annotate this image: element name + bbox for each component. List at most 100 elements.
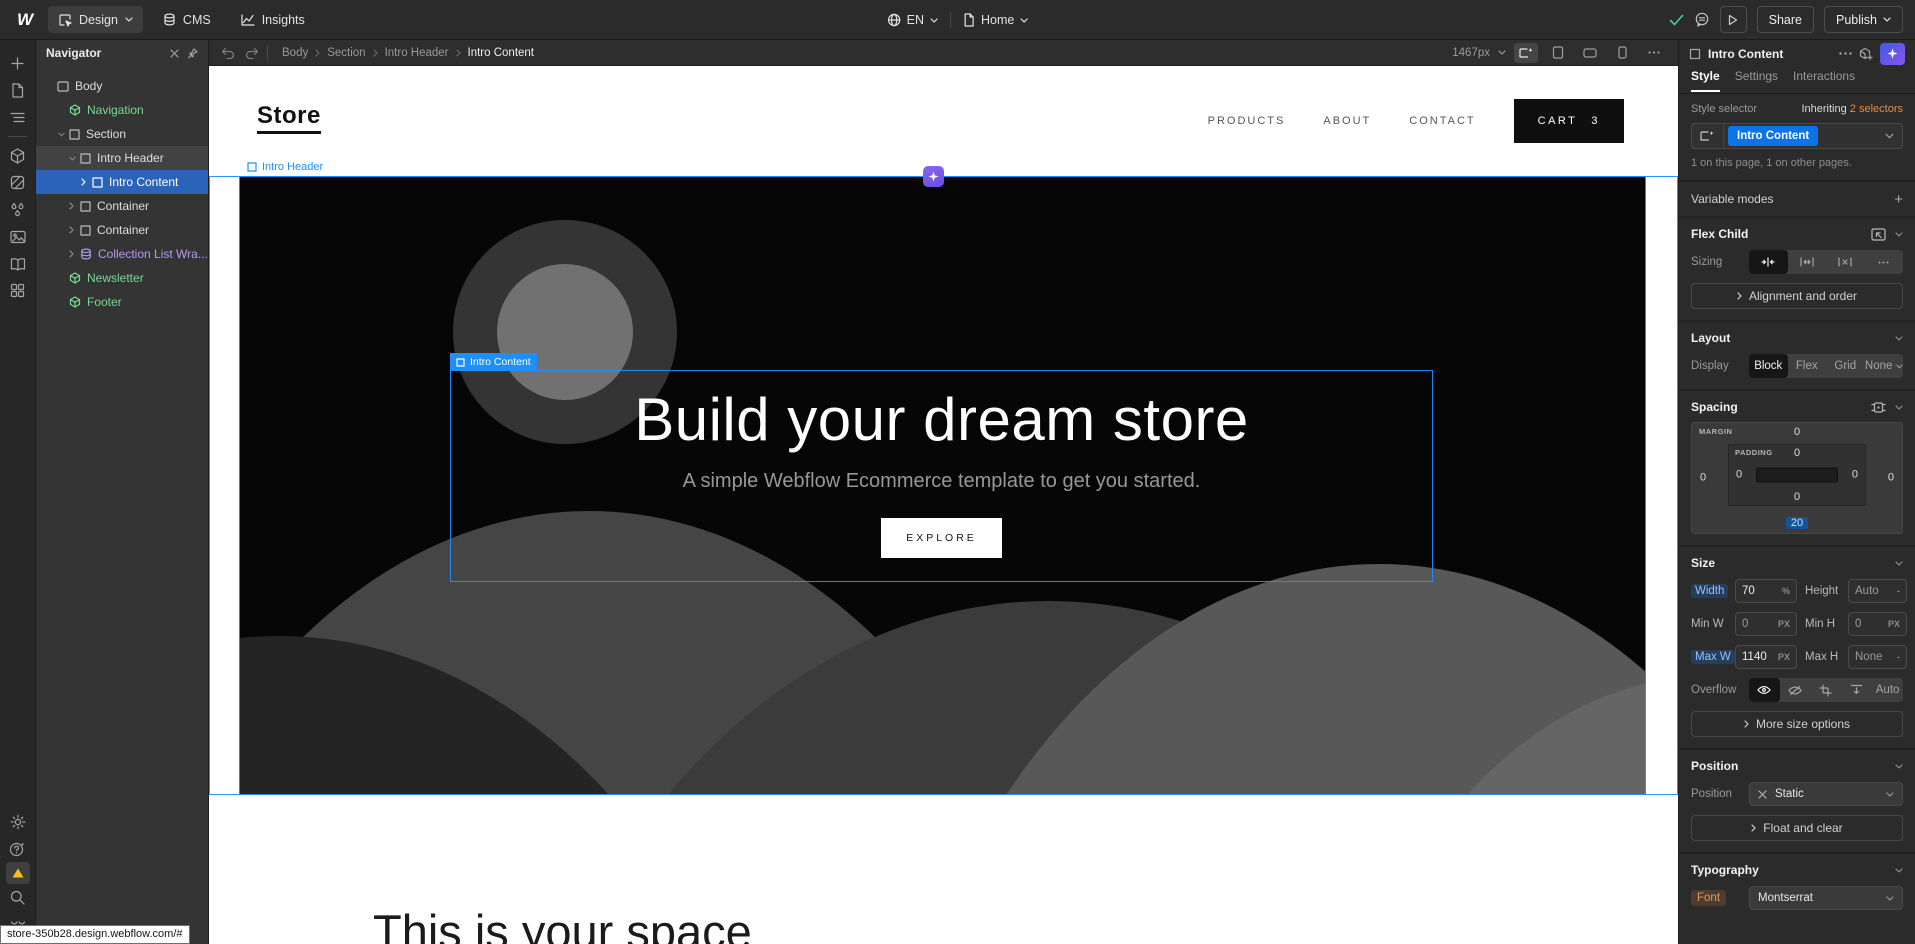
position-dropdown[interactable]: Static [1749, 782, 1903, 806]
overflow-clip-icon[interactable] [1841, 678, 1872, 702]
cms-button[interactable]: CMS [153, 6, 221, 33]
settings-gear-icon[interactable] [0, 808, 35, 835]
sizing-more-icon[interactable] [1865, 250, 1904, 274]
max-width-input[interactable]: 1140PX [1735, 645, 1797, 669]
margin-top-value[interactable]: 0 [1794, 426, 1800, 438]
more-size-options-button[interactable]: More size options [1691, 711, 1903, 737]
tab-interactions[interactable]: Interactions [1793, 69, 1855, 90]
breadcrumb-body[interactable]: Body [282, 47, 308, 59]
breakpoint-desktop-icon[interactable] [1514, 43, 1538, 63]
navigator-item-footer[interactable]: Footer [36, 290, 208, 314]
ai-assistant-button[interactable] [1880, 43, 1905, 65]
tab-settings[interactable]: Settings [1735, 69, 1778, 90]
margin-left-value[interactable]: 0 [1700, 471, 1706, 483]
style-swatch-icon[interactable] [0, 169, 35, 196]
breadcrumb-section[interactable]: Section [327, 47, 365, 59]
assets-image-icon[interactable] [0, 223, 35, 250]
chevron-down-icon[interactable] [1895, 232, 1903, 237]
insights-button[interactable]: Insights [231, 6, 315, 33]
upgrade-warning-icon[interactable] [6, 862, 30, 884]
chevron-right-icon[interactable] [69, 202, 80, 210]
breadcrumb-intro-content[interactable]: Intro Content [468, 47, 534, 59]
padding-top-value[interactable]: 0 [1794, 447, 1800, 459]
chevron-down-icon[interactable] [1895, 561, 1903, 566]
element-drag-handle[interactable] [923, 166, 944, 187]
nav-link-contact[interactable]: CONTACT [1409, 115, 1475, 127]
hero-section[interactable]: Intro Content Build your dream store A s… [239, 176, 1646, 795]
margin-right-value[interactable]: 0 [1888, 471, 1894, 483]
sizing-grow-icon[interactable] [1788, 250, 1827, 274]
navigator-item-body[interactable]: Body [36, 74, 208, 98]
class-pill[interactable]: Intro Content [1728, 126, 1818, 146]
explore-button[interactable]: EXPLORE [881, 518, 1002, 558]
intro-content-selection-label[interactable]: Intro Content [450, 353, 537, 371]
create-component-icon[interactable] [1859, 47, 1873, 61]
chevron-down-icon[interactable] [58, 132, 69, 137]
design-mode-button[interactable]: Design [48, 6, 143, 33]
chevron-down-icon[interactable] [1895, 405, 1903, 410]
share-button[interactable]: Share [1757, 6, 1814, 33]
comments-icon[interactable] [1694, 12, 1710, 27]
breadcrumb-intro-header[interactable]: Intro Header [385, 47, 449, 59]
chevron-down-icon[interactable] [1895, 336, 1903, 341]
navigator-item-container[interactable]: Container [36, 194, 208, 218]
store-logo[interactable]: Store [257, 102, 321, 134]
intro-content-element[interactable]: Intro Content Build your dream store A s… [450, 370, 1433, 582]
display-none-option[interactable]: None [1865, 354, 1904, 378]
style-selector-input[interactable]: Intro Content [1691, 123, 1903, 149]
display-grid-option[interactable]: Grid [1826, 354, 1865, 378]
margin-bottom-value[interactable]: 20 [1786, 517, 1808, 529]
libraries-book-icon[interactable] [0, 250, 35, 277]
page-switcher[interactable]: Home [963, 13, 1028, 27]
preview-button[interactable] [1720, 6, 1747, 33]
navigator-item-navigation[interactable]: Navigation [36, 98, 208, 122]
breakpoint-phone-landscape-icon[interactable] [1578, 43, 1602, 63]
chevron-right-icon[interactable] [69, 250, 80, 258]
display-flex-option[interactable]: Flex [1788, 354, 1827, 378]
redo-icon[interactable] [245, 47, 259, 59]
section-heading[interactable]: This is your space [373, 904, 752, 944]
apps-grid-icon[interactable] [0, 277, 35, 304]
navigator-item-intro-header[interactable]: Intro Header [36, 146, 208, 170]
chevron-right-icon[interactable] [81, 178, 92, 186]
navigator-item-container[interactable]: Container [36, 218, 208, 242]
chevron-down-icon[interactable] [1885, 133, 1902, 139]
float-and-clear-button[interactable]: Float and clear [1691, 815, 1903, 841]
tab-style[interactable]: Style [1691, 69, 1720, 92]
alignment-and-order-button[interactable]: Alignment and order [1691, 283, 1903, 309]
pin-icon[interactable] [187, 48, 198, 59]
pages-icon[interactable] [0, 77, 35, 104]
locale-switcher[interactable]: EN [887, 13, 938, 27]
nav-link-about[interactable]: ABOUT [1323, 115, 1371, 127]
components-cube-icon[interactable] [0, 142, 35, 169]
navigator-item-section[interactable]: Section [36, 122, 208, 146]
more-options-icon[interactable] [1839, 52, 1852, 55]
edit-parent-icon[interactable] [1871, 228, 1886, 241]
padding-bottom-value[interactable]: 0 [1794, 491, 1800, 503]
min-height-input[interactable]: 0PX [1848, 612, 1907, 636]
publish-button[interactable]: Publish [1824, 6, 1903, 33]
undo-icon[interactable] [221, 47, 235, 59]
webflow-logo-icon[interactable]: W [12, 10, 38, 30]
hero-title[interactable]: Build your dream store [634, 385, 1249, 454]
spacing-settings-icon[interactable] [1871, 401, 1886, 414]
width-input[interactable]: 70% [1735, 579, 1797, 603]
variables-droplets-icon[interactable] [0, 196, 35, 223]
overflow-auto-option[interactable]: Auto [1872, 678, 1903, 702]
sizing-shrink-icon[interactable] [1749, 250, 1788, 274]
min-width-input[interactable]: 0PX [1735, 612, 1797, 636]
help-icon[interactable] [0, 835, 35, 862]
chevron-down-icon[interactable] [1895, 764, 1903, 769]
overflow-visible-eye-icon[interactable] [1749, 678, 1780, 702]
viewport-width[interactable]: 1467px [1452, 47, 1490, 59]
navigator-item-collection-list[interactable]: Collection List Wra... [36, 242, 208, 266]
navigator-panel-icon[interactable] [0, 104, 35, 131]
overflow-hidden-eye-off-icon[interactable] [1780, 678, 1811, 702]
max-height-input[interactable]: None- [1848, 645, 1907, 669]
hero-subtitle[interactable]: A simple Webflow Ecommerce template to g… [683, 470, 1201, 493]
more-breakpoints-icon[interactable] [1642, 43, 1666, 63]
inherited-selectors-link[interactable]: 2 selectors [1850, 103, 1903, 115]
height-input[interactable]: Auto- [1848, 579, 1907, 603]
add-element-icon[interactable] [0, 50, 35, 77]
overflow-scroll-icon[interactable] [1811, 678, 1842, 702]
